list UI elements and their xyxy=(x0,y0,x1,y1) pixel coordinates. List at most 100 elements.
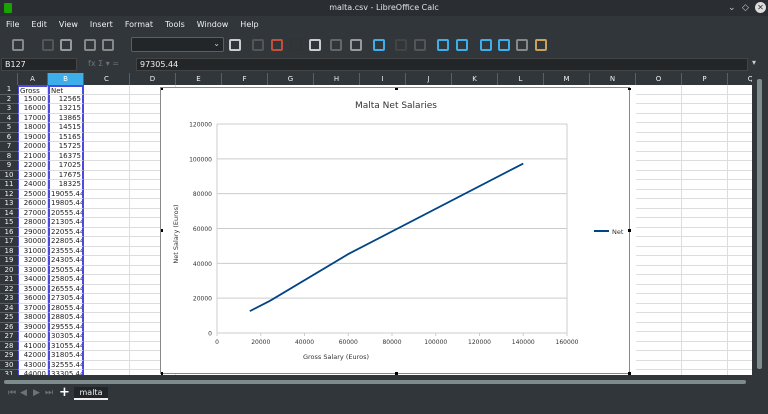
column-header-q[interactable]: Q xyxy=(728,73,752,85)
axes-icon[interactable] xyxy=(516,39,528,51)
cell[interactable] xyxy=(682,313,728,323)
resize-handle[interactable] xyxy=(160,87,163,90)
column-title-cell[interactable]: Net xyxy=(48,85,84,95)
close-icon[interactable]: ✕ xyxy=(755,2,766,13)
last-sheet-icon[interactable]: ⏭ xyxy=(45,388,53,398)
cell[interactable] xyxy=(84,303,130,313)
cell[interactable] xyxy=(84,360,130,370)
net-cell[interactable]: 17675 xyxy=(48,170,84,180)
column-header-l[interactable]: L xyxy=(498,73,544,85)
chart-object[interactable]: Malta Net Salaries Gross Salary (Euros) … xyxy=(160,87,631,375)
net-cell[interactable]: 25805.44 xyxy=(48,275,84,285)
cell[interactable] xyxy=(682,360,728,370)
net-cell[interactable]: 19055.44 xyxy=(48,189,84,199)
cell[interactable] xyxy=(728,323,752,332)
menu-help[interactable]: Help xyxy=(234,16,264,33)
cell[interactable] xyxy=(636,313,682,323)
column-header-o[interactable]: O xyxy=(636,73,682,85)
row-header[interactable]: 5 xyxy=(0,123,18,133)
net-cell[interactable]: 27305.44 xyxy=(48,294,84,304)
chart-type-icon[interactable] xyxy=(252,39,264,51)
cell[interactable] xyxy=(728,95,752,104)
cell[interactable] xyxy=(728,161,752,171)
row-header[interactable]: 7 xyxy=(0,142,18,152)
cell[interactable] xyxy=(728,114,752,123)
row-header[interactable]: 8 xyxy=(0,151,18,161)
gross-cell[interactable]: 15000 xyxy=(18,94,48,104)
cell[interactable] xyxy=(84,322,130,332)
cell[interactable] xyxy=(636,94,682,104)
horizontal-grid-icon[interactable] xyxy=(437,39,449,51)
cell[interactable] xyxy=(728,247,752,256)
cell[interactable] xyxy=(728,123,752,133)
gross-cell[interactable]: 34000 xyxy=(18,275,48,285)
resize-handle[interactable] xyxy=(628,229,631,232)
net-cell[interactable]: 22805.44 xyxy=(48,237,84,247)
cell[interactable] xyxy=(682,341,728,351)
cell[interactable] xyxy=(84,265,130,275)
cell[interactable] xyxy=(636,275,682,285)
menu-insert[interactable]: Insert xyxy=(84,16,119,33)
resize-handle[interactable] xyxy=(160,229,163,232)
row-header[interactable]: 28 xyxy=(0,341,18,351)
gross-cell[interactable]: 25000 xyxy=(18,189,48,199)
cell[interactable] xyxy=(636,170,682,180)
row-header[interactable]: 22 xyxy=(0,284,18,294)
net-cell[interactable]: 32555.44 xyxy=(48,360,84,370)
row-header[interactable]: 3 xyxy=(0,104,18,114)
cell[interactable] xyxy=(84,189,130,199)
cell[interactable] xyxy=(682,256,728,266)
cell[interactable] xyxy=(636,85,682,95)
cell[interactable] xyxy=(682,351,728,361)
cell[interactable] xyxy=(84,284,130,294)
cell[interactable] xyxy=(682,142,728,152)
gross-cell[interactable]: 22000 xyxy=(18,161,48,171)
row-header[interactable]: 26 xyxy=(0,322,18,332)
cell[interactable] xyxy=(682,123,728,133)
cell[interactable] xyxy=(84,246,130,256)
cell[interactable] xyxy=(728,104,752,114)
vertical-scrollbar[interactable] xyxy=(752,73,768,375)
row-header[interactable]: 27 xyxy=(0,332,18,342)
cell[interactable] xyxy=(636,208,682,218)
cell[interactable] xyxy=(84,85,130,95)
align-icon[interactable] xyxy=(229,39,241,51)
column-header-n[interactable]: N xyxy=(590,73,636,85)
menu-view[interactable]: View xyxy=(53,16,84,33)
column-header-d[interactable]: D xyxy=(130,73,176,85)
cell[interactable] xyxy=(636,284,682,294)
row-header[interactable]: 16 xyxy=(0,227,18,237)
gross-cell[interactable]: 24000 xyxy=(18,180,48,190)
cell[interactable] xyxy=(636,218,682,228)
column-header-k[interactable]: K xyxy=(452,73,498,85)
cell[interactable] xyxy=(682,85,728,95)
next-sheet-icon[interactable]: ▶ xyxy=(33,388,40,398)
cell[interactable] xyxy=(728,199,752,209)
column-header-c[interactable]: C xyxy=(84,73,130,85)
all-axes-icon[interactable] xyxy=(535,39,547,51)
net-cell[interactable]: 28055.44 xyxy=(48,303,84,313)
cell[interactable] xyxy=(682,132,728,142)
add-sheet-button[interactable]: + xyxy=(59,385,70,400)
cell[interactable] xyxy=(84,208,130,218)
cell[interactable] xyxy=(84,170,130,180)
cell[interactable] xyxy=(84,132,130,142)
row-header[interactable]: 9 xyxy=(0,161,18,171)
cell[interactable] xyxy=(682,189,728,199)
cell[interactable] xyxy=(84,142,130,152)
cell[interactable] xyxy=(84,370,130,375)
menu-edit[interactable]: Edit xyxy=(25,16,53,33)
minimize-icon[interactable]: ⌄ xyxy=(728,3,736,13)
cell[interactable] xyxy=(636,370,682,375)
cell[interactable] xyxy=(682,218,728,228)
cell[interactable] xyxy=(728,228,752,237)
cell[interactable] xyxy=(84,161,130,171)
cell[interactable] xyxy=(728,218,752,228)
cell[interactable] xyxy=(682,246,728,256)
prev-sheet-icon[interactable]: ◀ xyxy=(20,388,27,398)
cell[interactable] xyxy=(728,171,752,180)
gross-cell[interactable]: 32000 xyxy=(18,256,48,266)
cell[interactable] xyxy=(636,332,682,342)
gross-cell[interactable]: 27000 xyxy=(18,208,48,218)
resize-handle[interactable] xyxy=(395,372,398,375)
